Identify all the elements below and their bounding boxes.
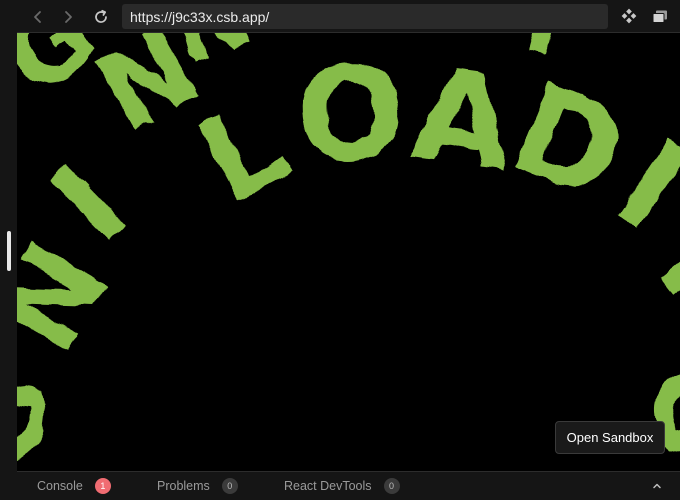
devtools-tab-bar: Console 1 Problems 0 React DevTools 0 — [17, 471, 680, 500]
diamond-grid-icon — [621, 8, 637, 24]
console-count-badge: 1 — [94, 478, 111, 494]
tab-react-devtools[interactable]: React DevTools 0 — [284, 472, 400, 500]
loading-animation: LOADINGGNINGNI — [17, 33, 680, 471]
loader-letter: O — [287, 34, 415, 197]
problems-count-badge: 0 — [221, 478, 238, 494]
loader-letter: G — [17, 366, 75, 471]
tab-console[interactable]: Console 1 — [37, 472, 111, 500]
chevron-right-icon — [65, 11, 72, 23]
open-sandbox-button[interactable]: Open Sandbox — [555, 421, 665, 454]
back-button[interactable] — [27, 6, 49, 28]
browser-toolbar — [17, 0, 680, 33]
url-bar[interactable] — [122, 4, 608, 29]
tab-label: Problems — [157, 479, 210, 493]
resize-handle[interactable] — [7, 231, 11, 271]
chevron-left-icon — [34, 11, 41, 23]
windows-button[interactable] — [649, 6, 671, 28]
preview-pane: LOADINGGNINGNI Open Sandbox — [17, 33, 680, 471]
tab-problems[interactable]: Problems 0 — [157, 472, 238, 500]
stacked-windows-icon — [652, 10, 667, 23]
refresh-button[interactable] — [90, 6, 112, 28]
devtools-button[interactable] — [618, 6, 640, 28]
tab-label: Console — [37, 479, 83, 493]
refresh-icon — [95, 9, 107, 23]
forward-button[interactable] — [57, 6, 79, 28]
collapse-panel-button[interactable] — [648, 477, 666, 495]
left-panel-strip — [0, 0, 17, 500]
chevron-up-icon — [653, 483, 661, 489]
url-input[interactable] — [130, 8, 600, 25]
tab-label: React DevTools — [284, 479, 372, 493]
react-devtools-count-badge: 0 — [383, 478, 400, 494]
